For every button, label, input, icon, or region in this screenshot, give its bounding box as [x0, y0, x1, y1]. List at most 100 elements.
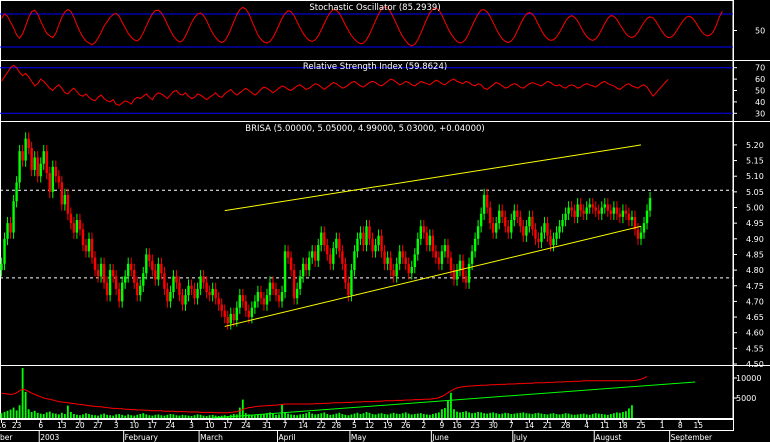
candle-body — [220, 304, 223, 311]
candle-body — [274, 288, 278, 296]
date-month-label: June — [431, 433, 449, 442]
date-day-label: 24 — [241, 421, 251, 430]
candle-body — [202, 276, 205, 283]
candle-body — [386, 257, 389, 264]
candle-body — [295, 288, 299, 299]
date-month-label: May — [351, 433, 367, 442]
candle-body — [410, 266, 413, 274]
candle-body — [329, 254, 332, 264]
candle-body — [443, 245, 447, 252]
candle-body — [277, 295, 281, 302]
rsi-tick-label: 60 — [755, 75, 765, 84]
candle-body — [96, 270, 100, 277]
candle-body — [24, 138, 27, 161]
candle-body — [341, 251, 344, 264]
candle-body — [148, 254, 151, 261]
candle-body — [555, 232, 558, 239]
candle-body — [126, 263, 130, 277]
candle-body — [90, 238, 94, 258]
candle-body — [549, 235, 552, 246]
candle-body — [154, 270, 157, 280]
candle-body — [175, 276, 178, 283]
candle-body — [615, 207, 619, 214]
stochastic-panel: Stochastic Oscillator (85.2939) 50 — [0, 3, 765, 48]
candle-body — [621, 210, 625, 217]
price-tick-label: 5.00 — [746, 204, 764, 213]
candle-body — [558, 226, 561, 233]
volume-tick-label: 10000 — [736, 374, 761, 383]
date-day-label: 20 — [75, 421, 85, 430]
stochastic-title: Stochastic Oscillator (85.2939) — [309, 3, 440, 13]
candle-body — [54, 166, 58, 177]
date-day-label: 25 — [636, 421, 646, 430]
date-day-label: 3 — [189, 421, 194, 430]
candle-body — [45, 151, 48, 174]
price-tick-label: 4.70 — [746, 297, 764, 306]
candle-body — [434, 251, 438, 258]
candle-body — [33, 157, 36, 170]
candle-body — [570, 207, 573, 211]
candle-body — [205, 282, 208, 293]
candle-body — [244, 301, 248, 311]
candle-body — [485, 194, 489, 208]
candle-body — [190, 285, 193, 289]
date-day-label: 4 — [584, 421, 589, 430]
candle-body — [470, 251, 474, 264]
candle-body — [428, 235, 432, 246]
candle-body — [304, 263, 308, 271]
candle-body — [374, 245, 377, 252]
candle-body — [157, 263, 160, 280]
price-tick-label: 4.90 — [746, 235, 764, 244]
date-day-label: 14 — [298, 421, 308, 430]
candle-body — [169, 292, 172, 302]
candle-body — [573, 210, 576, 217]
candle-body — [630, 216, 634, 221]
candle-body — [223, 310, 226, 318]
date-day-label: 10 — [129, 421, 139, 430]
candle-body — [259, 292, 263, 299]
date-day-label: 5 — [352, 421, 357, 430]
date-day-label: 9 — [440, 421, 445, 430]
candle-body — [21, 151, 24, 161]
price-tick-label: 4.55 — [746, 344, 764, 353]
price-tick-label: 4.85 — [746, 250, 764, 259]
volume-average-line — [1, 375, 648, 414]
price-tick-label: 4.60 — [746, 329, 764, 338]
candle-body — [531, 216, 534, 230]
candle-body — [181, 295, 184, 305]
date-day-label: 19 — [383, 421, 393, 430]
candle-body — [350, 270, 353, 296]
candle-body — [60, 182, 64, 205]
date-day-label: 16 — [452, 421, 462, 430]
candle-body — [476, 226, 480, 239]
rsi-axis-ticks: 70 60 50 40 30 — [733, 64, 765, 118]
candle-body — [398, 251, 401, 264]
candle-body — [66, 194, 70, 214]
candle-body — [446, 245, 450, 258]
volume-tick-label: 5000 — [736, 394, 756, 403]
candle-body — [323, 232, 326, 246]
date-day-label: 27 — [93, 421, 103, 430]
date-day-label: 14 — [525, 421, 535, 430]
candle-body — [585, 207, 588, 214]
candle-body — [479, 213, 483, 227]
candle-body — [114, 276, 118, 289]
candle-body — [546, 223, 549, 236]
date-month-label: 2003 — [40, 433, 59, 442]
date-day-label: 18 — [618, 421, 628, 430]
candle-body — [120, 282, 124, 302]
date-month-label: ber — [0, 433, 13, 442]
price-tick-label: 5.20 — [746, 141, 764, 150]
candle-body — [495, 223, 498, 233]
candle-body — [39, 163, 42, 177]
candle-body — [286, 251, 290, 258]
candle-body — [30, 148, 33, 170]
candle-body — [262, 298, 266, 305]
date-month-label: August — [595, 433, 621, 442]
candle-body — [606, 204, 610, 211]
candle-body — [280, 292, 284, 302]
candle-body — [603, 204, 607, 208]
candle-body — [510, 220, 513, 233]
date-month-label: April — [279, 433, 296, 442]
candle-body — [473, 238, 477, 252]
